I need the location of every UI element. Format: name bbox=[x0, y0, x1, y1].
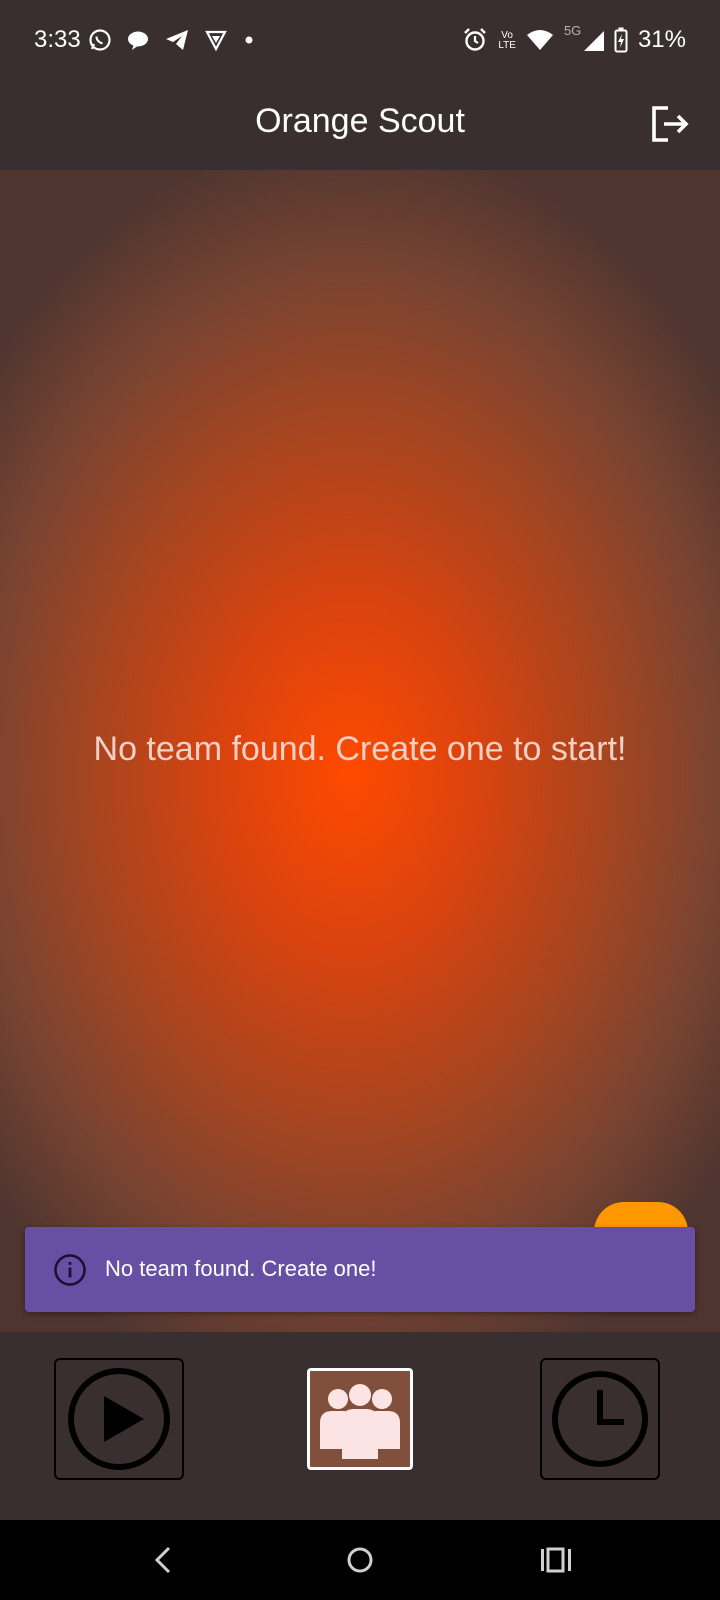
network-label: 5G bbox=[563, 23, 582, 38]
info-icon bbox=[54, 1254, 86, 1286]
battery-charging-icon bbox=[614, 27, 628, 53]
bottom-navigation bbox=[0, 1332, 720, 1520]
recents-icon[interactable] bbox=[536, 1540, 576, 1580]
snackbar-message: No team found. Create one! bbox=[105, 1256, 377, 1281]
nav-play-button[interactable] bbox=[54, 1358, 184, 1480]
team-icon bbox=[320, 1384, 400, 1459]
play-icon bbox=[68, 1368, 170, 1470]
clock-icon bbox=[552, 1371, 648, 1467]
vpn-shield-icon bbox=[205, 30, 227, 52]
status-system-icons: Vo LTE 5G 31% bbox=[462, 23, 686, 54]
telegram-icon bbox=[166, 30, 188, 50]
empty-state-message: No team found. Create one to start! bbox=[93, 730, 627, 768]
snackbar: No team found. Create one! bbox=[25, 1227, 695, 1312]
alarm-icon bbox=[464, 28, 487, 51]
status-time: 3:33 bbox=[34, 26, 81, 53]
app-title: Orange Scout bbox=[255, 102, 465, 140]
notification-dot-icon bbox=[245, 36, 253, 44]
signal-icon bbox=[583, 31, 604, 51]
whatsapp-icon bbox=[89, 29, 111, 51]
battery-percent: 31% bbox=[637, 26, 686, 53]
volte-icon: Vo LTE bbox=[498, 31, 516, 51]
nav-team-button[interactable] bbox=[307, 1368, 413, 1470]
app-screen: 3:33 Vo LTE 5G 31% Orange Scout No team … bbox=[0, 0, 720, 1600]
wifi-icon bbox=[526, 30, 553, 50]
back-icon[interactable] bbox=[143, 1540, 183, 1580]
status-notification-icons bbox=[88, 28, 256, 52]
signal-group: 5G bbox=[564, 23, 604, 53]
logout-button[interactable] bbox=[648, 102, 692, 146]
status-bar: 3:33 Vo LTE 5G 31% bbox=[0, 0, 720, 84]
home-icon[interactable] bbox=[340, 1540, 380, 1580]
volte-bottom-label: LTE bbox=[498, 40, 516, 51]
chat-bubble-icon bbox=[128, 31, 148, 50]
system-navigation-bar bbox=[0, 1520, 720, 1600]
main-content: No team found. Create one to start! bbox=[0, 170, 720, 1332]
nav-history-button[interactable] bbox=[540, 1358, 660, 1480]
logout-icon bbox=[652, 106, 689, 142]
app-bar: Orange Scout bbox=[0, 84, 720, 170]
